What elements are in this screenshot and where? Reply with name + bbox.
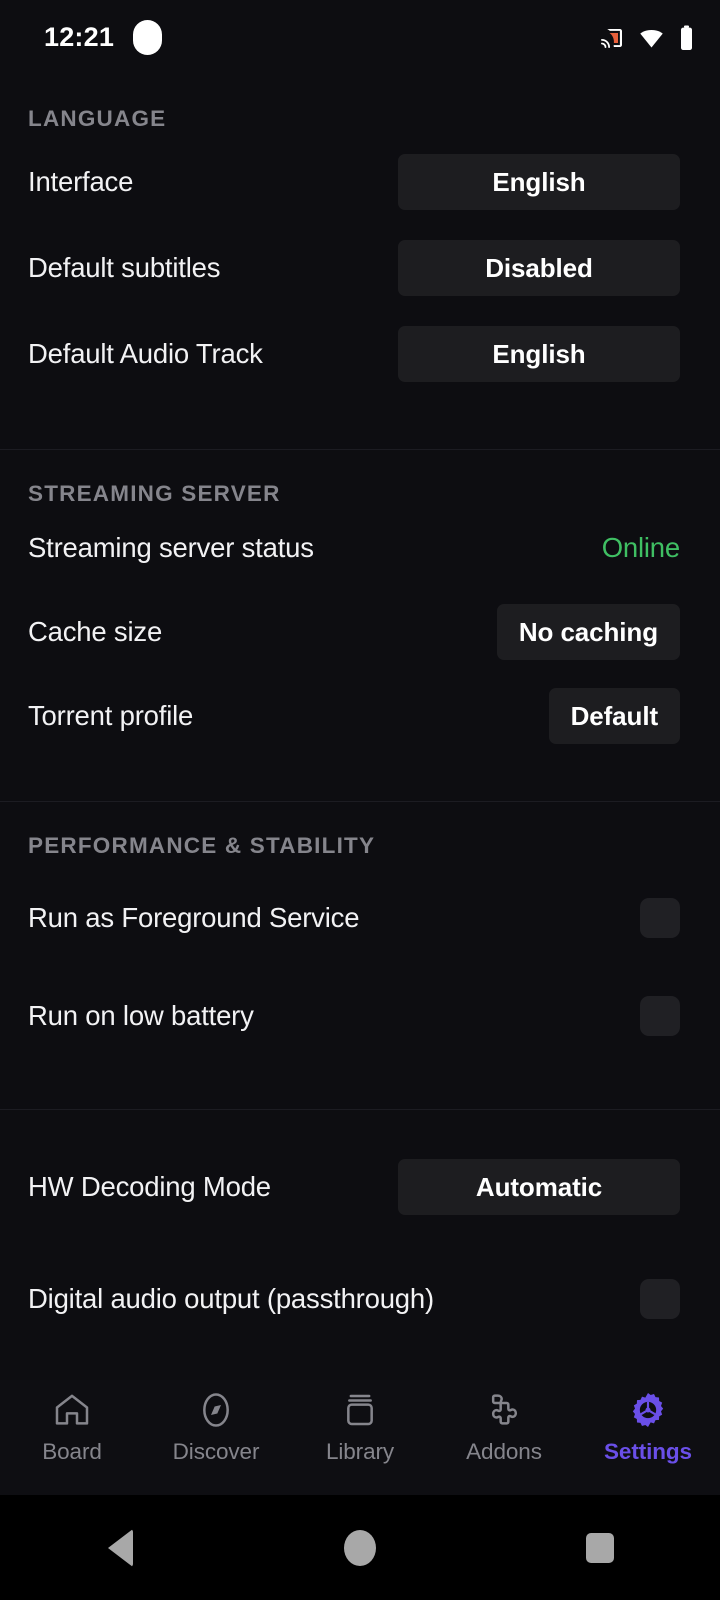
android-home-button[interactable] bbox=[240, 1529, 480, 1566]
home-circle-icon bbox=[344, 1529, 376, 1566]
archive-box-icon bbox=[340, 1390, 380, 1430]
section-playback: HW Decoding Mode Automatic Digital audio… bbox=[0, 1110, 720, 1334]
gear-icon bbox=[628, 1390, 668, 1430]
status-bar: 12:21 bbox=[0, 0, 720, 75]
tab-settings[interactable]: Settings bbox=[576, 1390, 720, 1465]
tab-label: Settings bbox=[604, 1439, 692, 1464]
bottom-tab-bar: Board Discover Library Addons Settings bbox=[0, 1380, 720, 1495]
setting-label: Run as Foreground Service bbox=[28, 902, 360, 933]
back-triangle-icon bbox=[107, 1528, 133, 1567]
interface-language-select[interactable]: English bbox=[398, 154, 680, 210]
setting-row-hw-decoding-mode[interactable]: HW Decoding Mode Automatic bbox=[0, 1152, 720, 1222]
tab-discover[interactable]: Discover bbox=[144, 1390, 288, 1465]
status-bar-clock: 12:21 bbox=[44, 22, 115, 52]
cast-icon bbox=[598, 26, 624, 50]
default-subtitles-select[interactable]: Disabled bbox=[398, 240, 680, 296]
setting-row-default-audio-track[interactable]: Default Audio Track English bbox=[0, 319, 720, 389]
tab-label: Library bbox=[325, 1439, 395, 1464]
notification-dot-icon bbox=[133, 20, 163, 55]
tab-label: Board bbox=[42, 1439, 102, 1464]
tab-label: Discover bbox=[172, 1439, 260, 1464]
tab-label: Addons bbox=[466, 1439, 542, 1464]
section-language: LANGUAGE Interface English Default subti… bbox=[0, 75, 720, 449]
section-header-streaming-server: STREAMING SERVER bbox=[28, 481, 281, 506]
setting-row-interface[interactable]: Interface English bbox=[0, 147, 720, 217]
home-icon bbox=[52, 1390, 92, 1430]
default-audio-track-select[interactable]: English bbox=[398, 326, 680, 382]
tab-board[interactable]: Board bbox=[0, 1390, 144, 1465]
recents-square-icon bbox=[586, 1532, 614, 1563]
setting-label: Digital audio output (passthrough) bbox=[28, 1283, 434, 1314]
puzzle-piece-icon bbox=[484, 1390, 524, 1430]
setting-row-streaming-server-status[interactable]: Streaming server status Online bbox=[0, 513, 720, 583]
battery-icon bbox=[679, 25, 694, 51]
android-navigation-bar bbox=[0, 1495, 720, 1600]
setting-label: Interface bbox=[28, 166, 134, 197]
settings-scroll-area[interactable]: LANGUAGE Interface English Default subti… bbox=[0, 75, 720, 1380]
performance-rows: Run as Foreground Service Run on low bat… bbox=[0, 883, 720, 1051]
setting-label: Default Audio Track bbox=[28, 338, 263, 369]
torrent-profile-select[interactable]: Default bbox=[548, 688, 680, 744]
playback-rows: HW Decoding Mode Automatic Digital audio… bbox=[0, 1152, 720, 1334]
section-streaming-server: STREAMING SERVER Streaming server status… bbox=[0, 450, 720, 801]
setting-row-default-subtitles[interactable]: Default subtitles Disabled bbox=[0, 233, 720, 303]
digital-audio-output-checkbox[interactable] bbox=[640, 1279, 680, 1319]
setting-label: Default subtitles bbox=[28, 252, 221, 283]
app-screen: 12:21 LANGUAGE Interface English Default… bbox=[0, 0, 720, 1600]
setting-row-torrent-profile[interactable]: Torrent profile Default bbox=[0, 681, 720, 751]
section-performance-stability: PERFORMANCE & STABILITY Run as Foregroun… bbox=[0, 802, 720, 1109]
setting-label: Torrent profile bbox=[28, 700, 194, 731]
setting-label: Streaming server status bbox=[28, 532, 314, 563]
cache-size-select[interactable]: No caching bbox=[496, 604, 680, 660]
section-header-language: LANGUAGE bbox=[28, 106, 167, 131]
wifi-icon bbox=[638, 26, 665, 50]
setting-row-run-as-foreground-service[interactable]: Run as Foreground Service bbox=[0, 883, 720, 953]
tab-addons[interactable]: Addons bbox=[432, 1390, 576, 1465]
section-header-performance-stability: PERFORMANCE & STABILITY bbox=[28, 833, 376, 858]
hw-decoding-mode-select[interactable]: Automatic bbox=[398, 1159, 680, 1215]
tab-library[interactable]: Library bbox=[288, 1390, 432, 1465]
setting-label: HW Decoding Mode bbox=[28, 1171, 271, 1202]
language-rows: Interface English Default subtitles Disa… bbox=[0, 147, 720, 389]
status-bar-icons bbox=[598, 25, 694, 51]
setting-row-digital-audio-output[interactable]: Digital audio output (passthrough) bbox=[0, 1264, 720, 1334]
run-as-foreground-service-checkbox[interactable] bbox=[640, 898, 680, 938]
setting-row-run-on-low-battery[interactable]: Run on low battery bbox=[0, 981, 720, 1051]
setting-row-cache-size[interactable]: Cache size No caching bbox=[0, 597, 720, 667]
android-back-button[interactable] bbox=[0, 1528, 240, 1567]
streaming-server-status-value: Online bbox=[601, 532, 680, 563]
android-recents-button[interactable] bbox=[480, 1532, 720, 1563]
streaming-server-rows: Streaming server status Online Cache siz… bbox=[0, 513, 720, 751]
compass-icon bbox=[196, 1390, 236, 1430]
run-on-low-battery-checkbox[interactable] bbox=[640, 996, 680, 1036]
setting-label: Run on low battery bbox=[28, 1000, 254, 1031]
setting-label: Cache size bbox=[28, 616, 163, 647]
